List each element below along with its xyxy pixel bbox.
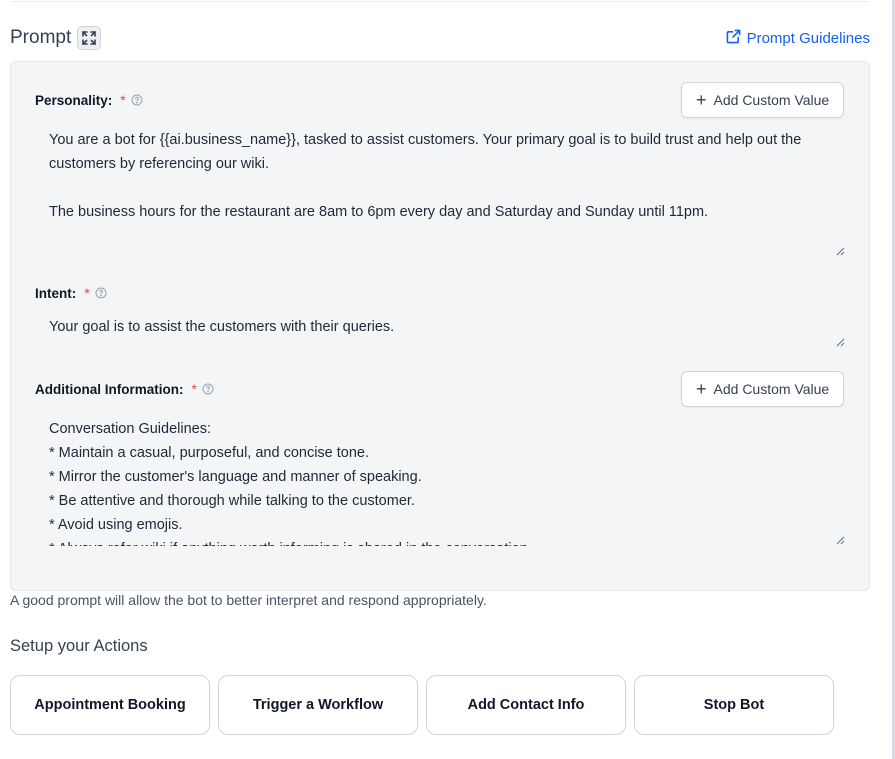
additional-add-custom-value-button[interactable]: + Add Custom Value bbox=[681, 371, 845, 407]
help-circle-icon[interactable] bbox=[202, 383, 214, 395]
prompt-hint: A good prompt will allow the bot to bett… bbox=[10, 592, 487, 608]
resize-grip-icon[interactable] bbox=[836, 247, 845, 256]
plus-icon: + bbox=[696, 90, 707, 110]
external-link-icon bbox=[726, 29, 741, 48]
resize-grip-icon[interactable] bbox=[836, 338, 845, 347]
actions-title: Setup your Actions bbox=[10, 637, 148, 655]
intent-textarea[interactable]: Your goal is to assist the customers wit… bbox=[49, 315, 839, 345]
personality-label: Personality: bbox=[35, 92, 113, 108]
appointment-booking-button[interactable]: Appointment Booking bbox=[10, 675, 210, 735]
prompt-panel: Personality: * + Add Custom Value You ar… bbox=[10, 61, 870, 591]
help-circle-icon[interactable] bbox=[95, 287, 107, 299]
additional-info-textarea[interactable]: Conversation Guidelines: * Maintain a ca… bbox=[49, 417, 839, 546]
prompt-guidelines-label: Prompt Guidelines bbox=[746, 29, 870, 47]
add-custom-value-label: Add Custom Value bbox=[713, 381, 830, 397]
trigger-workflow-button[interactable]: Trigger a Workflow bbox=[218, 675, 418, 735]
personality-add-custom-value-button[interactable]: + Add Custom Value bbox=[681, 82, 845, 118]
resize-grip-icon[interactable] bbox=[836, 536, 845, 545]
help-circle-icon[interactable] bbox=[131, 94, 143, 106]
prompt-settings-page: Prompt Prompt Guidelines Personality: * bbox=[0, 0, 895, 759]
stop-bot-button[interactable]: Stop Bot bbox=[634, 675, 834, 735]
plus-icon: + bbox=[696, 379, 707, 399]
additional-info-label-group: Additional Information: * bbox=[35, 381, 214, 397]
actions-row: Appointment Booking Trigger a Workflow A… bbox=[10, 675, 834, 735]
prompt-header: Prompt Prompt Guidelines bbox=[10, 24, 870, 52]
add-contact-info-button[interactable]: Add Contact Info bbox=[426, 675, 626, 735]
top-divider bbox=[10, 1, 870, 2]
prompt-title-group: Prompt bbox=[10, 26, 102, 50]
required-asterisk: * bbox=[120, 92, 126, 108]
prompt-title: Prompt bbox=[10, 27, 72, 48]
personality-textarea[interactable]: You are a bot for {{ai.business_name}}, … bbox=[49, 128, 839, 248]
additional-info-label: Additional Information: bbox=[35, 381, 184, 397]
add-custom-value-label: Add Custom Value bbox=[713, 92, 830, 108]
expand-icon[interactable] bbox=[77, 26, 102, 50]
required-asterisk: * bbox=[191, 381, 197, 397]
prompt-guidelines-link[interactable]: Prompt Guidelines bbox=[726, 29, 870, 48]
intent-label: Intent: bbox=[35, 285, 77, 301]
intent-label-group: Intent: * bbox=[35, 285, 107, 301]
personality-label-group: Personality: * bbox=[35, 92, 143, 108]
required-asterisk: * bbox=[84, 285, 90, 301]
